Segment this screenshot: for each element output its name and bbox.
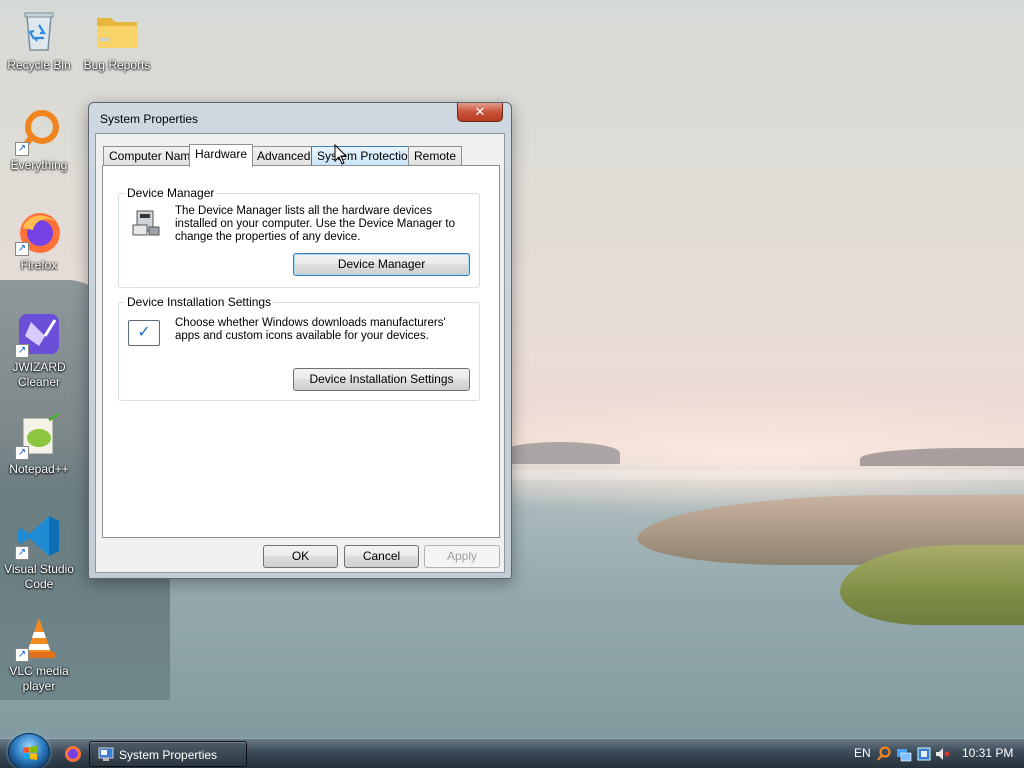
firefox-icon: ↗	[15, 208, 63, 256]
apply-button[interactable]: Apply	[424, 545, 500, 568]
desktop-icon-label: Recycle Bin	[7, 58, 71, 72]
shortcut-arrow-icon: ↗	[15, 446, 29, 460]
wallpaper-reflection	[510, 470, 1024, 480]
taskbar-system-properties[interactable]: System Properties	[89, 741, 247, 767]
tab-advanced[interactable]: Advanced	[251, 146, 317, 166]
taskbar-firefox-icon[interactable]	[63, 744, 83, 764]
close-icon: ✕	[474, 104, 486, 119]
desktop-icon-vlc[interactable]: ↗ VLC media player	[0, 614, 78, 694]
clock[interactable]: 10:31 PM	[962, 746, 1013, 760]
device-installation-description: Choose whether Windows downloads manufac…	[175, 317, 446, 342]
desktop-icon-label: VLC media player	[9, 664, 69, 693]
desktop-icon-firefox[interactable]: ↗ Firefox	[0, 208, 78, 273]
tray-volume-muted-icon[interactable]	[934, 746, 950, 762]
desktop-icon-label: Visual Studio Code	[4, 562, 74, 591]
folder-icon	[93, 8, 141, 56]
device-installation-group: Device Installation Settings ✓ Choose wh…	[118, 295, 480, 401]
wallpaper-ridge	[500, 442, 620, 464]
desktop-icon-label: Everything	[10, 158, 68, 172]
shortcut-arrow-icon: ↗	[15, 344, 29, 358]
shortcut-arrow-icon: ↗	[15, 546, 29, 560]
group-legend: Device Installation Settings	[125, 295, 274, 309]
group-legend: Device Manager	[125, 186, 217, 200]
system-properties-window: System Properties ✕ Computer Name Hardwa…	[88, 102, 512, 579]
close-button[interactable]: ✕	[457, 103, 503, 122]
device-manager-group: Device Manager The Device Manager lists …	[118, 186, 480, 288]
taskbar-task-label: System Properties	[119, 748, 218, 762]
tab-hardware[interactable]: Hardware	[189, 144, 254, 167]
mouse-pointer-icon	[334, 143, 348, 166]
shortcut-arrow-icon: ↗	[15, 648, 29, 662]
tab-label: Computer Name	[109, 149, 198, 163]
device-manager-icon	[131, 209, 161, 237]
desktop-icon-label: Firefox	[20, 258, 58, 272]
shortcut-arrow-icon: ↗	[15, 142, 29, 156]
desktop-icon-vscode[interactable]: ↗ Visual Studio Code	[0, 512, 78, 592]
tray-network-icon[interactable]	[896, 746, 912, 762]
device-installation-settings-button[interactable]: Device Installation Settings	[293, 368, 470, 391]
desktop-icon-jwizard-cleaner[interactable]: ↗ JWIZARD Cleaner	[0, 310, 78, 390]
recycle-bin-icon	[15, 8, 63, 56]
vscode-icon: ↗	[15, 512, 63, 560]
window-title: System Properties	[100, 112, 199, 126]
cancel-button[interactable]: Cancel	[344, 545, 419, 568]
desktop-icon-everything[interactable]: ↗ Everything	[0, 108, 78, 173]
tab-label: System Protection	[317, 149, 415, 163]
wallpaper-ridge	[860, 448, 1024, 466]
dialog-client-area: Computer Name Hardware Advanced System P…	[95, 133, 505, 573]
tab-system-protection[interactable]: System Protection	[311, 146, 421, 166]
check-settings-icon: ✓	[128, 320, 160, 346]
desktop-icon-label: Notepad++	[9, 462, 69, 476]
start-button[interactable]	[8, 733, 50, 768]
system-properties-icon	[98, 747, 114, 761]
device-manager-description: The Device Manager lists all the hardwar…	[175, 205, 455, 243]
tray-display-icon[interactable]	[916, 746, 932, 762]
desktop-icon-label: JWIZARD Cleaner	[12, 360, 66, 389]
desktop-icon-label: Bug Reports	[83, 58, 151, 72]
taskbar: System Properties EN 10:31 PM	[0, 733, 1024, 768]
everything-search-icon: ↗	[15, 108, 63, 156]
hardware-tab-panel: Device Manager The Device Manager lists …	[102, 165, 500, 538]
notepadpp-icon: ↗	[15, 412, 63, 460]
ok-button[interactable]: OK	[263, 545, 338, 568]
windows-logo-icon	[23, 746, 37, 760]
desktop-icon-notepadpp[interactable]: ↗ Notepad++	[0, 412, 78, 477]
shortcut-arrow-icon: ↗	[15, 242, 29, 256]
desktop-icon-bug-reports[interactable]: Bug Reports	[78, 8, 156, 73]
desktop-icon-recycle-bin[interactable]: Recycle Bin	[0, 8, 78, 73]
language-indicator[interactable]: EN	[854, 746, 871, 760]
tab-label: Remote	[414, 149, 457, 163]
tab-label: Advanced	[257, 149, 311, 163]
tray-everything-icon[interactable]	[876, 746, 892, 762]
tab-label: Hardware	[195, 147, 248, 161]
tab-remote[interactable]: Remote	[408, 146, 463, 166]
broom-cleaner-icon: ↗	[15, 310, 63, 358]
vlc-cone-icon: ↗	[15, 614, 63, 662]
device-manager-button[interactable]: Device Manager	[293, 253, 470, 276]
